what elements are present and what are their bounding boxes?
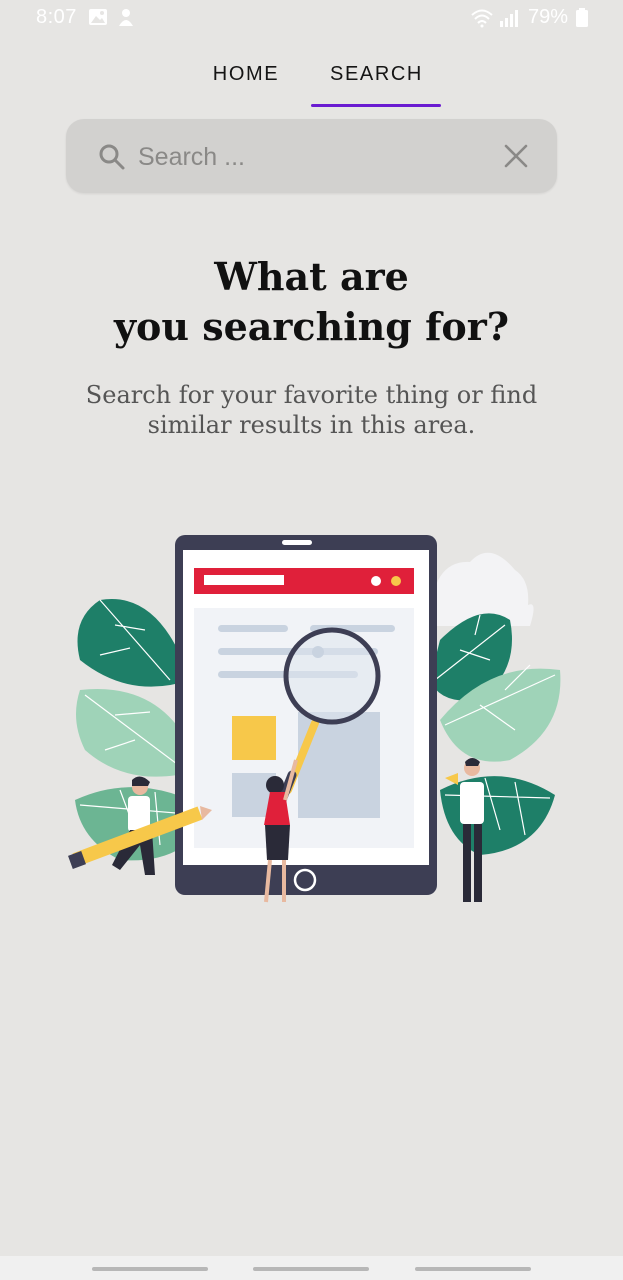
status-time: 8:07 <box>36 6 77 28</box>
notification-icon <box>117 8 135 33</box>
nav-handle[interactable] <box>92 1267 208 1271</box>
tab-bar: HOME SEARCH <box>0 56 623 108</box>
tab-home[interactable]: HOME <box>196 56 296 108</box>
empty-state-title-line: you searching for? <box>113 304 510 349</box>
nav-handle[interactable] <box>253 1267 369 1271</box>
system-nav-bar <box>0 1256 623 1280</box>
search-icon <box>98 143 126 171</box>
wifi-icon <box>470 8 494 33</box>
status-bar: 8:07 79% <box>0 0 623 36</box>
tab-search[interactable]: SEARCH <box>312 56 441 108</box>
empty-state-subtitle: Search for your favorite thing or find s… <box>0 380 623 440</box>
nav-handle[interactable] <box>415 1267 531 1271</box>
empty-state-subtitle-line: Search for your favorite thing or find <box>85 381 538 409</box>
empty-state-title-line: What are <box>214 254 409 299</box>
active-tab-indicator <box>311 104 441 107</box>
image-icon <box>88 8 108 31</box>
signal-icon <box>498 8 520 33</box>
empty-state-subtitle-line: similar results in this area. <box>147 411 476 439</box>
search-input[interactable] <box>138 139 478 175</box>
empty-state-title: What are you searching for? <box>0 252 623 352</box>
right-leaves <box>430 613 561 855</box>
search-illustration <box>60 530 570 920</box>
search-bar[interactable] <box>66 119 557 193</box>
battery-percentage: 79% <box>528 6 569 28</box>
close-icon[interactable] <box>501 141 531 171</box>
battery-icon <box>576 8 588 33</box>
